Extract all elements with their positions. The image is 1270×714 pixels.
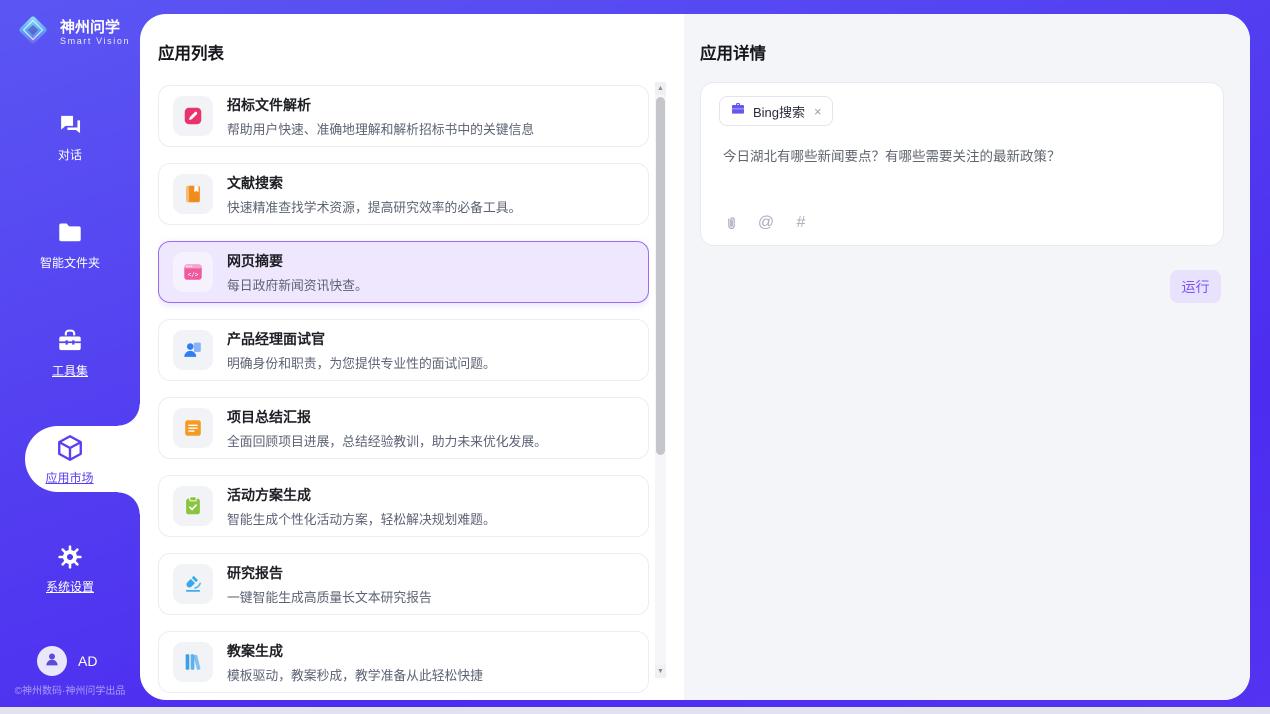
app-card[interactable]: 文献搜索快速精准查找学术资源，提高研究效率的必备工具。	[158, 163, 649, 225]
sidebar-item-label: 对话	[58, 146, 82, 163]
app-card-title: 网页摘要	[227, 251, 368, 271]
sidebar: 神州问学 Smart Vision 对话智能文件夹工具集应用市场系统设置 AD …	[0, 0, 140, 707]
app-detail-panel: 应用详情 Bing搜索 × 今日湖北有哪些新闻要点？有哪些需要关注的最新政策？ …	[684, 14, 1250, 700]
app-card[interactable]: 教案生成模板驱动，教案秒成，教学准备从此轻松快捷	[158, 631, 649, 693]
query-input[interactable]: 今日湖北有哪些新闻要点？有哪些需要关注的最新政策？	[723, 147, 1203, 167]
logo: 神州问学 Smart Vision	[14, 11, 130, 54]
pen-square-icon	[173, 96, 213, 136]
app-card[interactable]: 活动方案生成智能生成个性化活动方案，轻松解决规划难题。	[158, 475, 649, 537]
books-icon	[173, 642, 213, 682]
app-card-title: 项目总结汇报	[227, 407, 547, 427]
sidebar-item-chat[interactable]: 对话	[0, 104, 140, 168]
folder-icon	[56, 218, 84, 248]
interviewer-icon	[173, 330, 213, 370]
app-card-description: 帮助用户快速、准确地理解和解析招标书中的关键信息	[227, 119, 534, 138]
attachment-icon[interactable]	[721, 215, 741, 232]
toolbox-icon	[56, 326, 84, 356]
app-card-title: 研究报告	[227, 563, 432, 583]
sidebar-item-label: 应用市场	[45, 469, 93, 486]
app-card[interactable]: </> 网页摘要每日政府新闻资讯快查。	[158, 241, 649, 303]
app-card-description: 明确身份和职责，为您提供专业性的面试问题。	[227, 353, 496, 372]
app-detail-title: 应用详情	[700, 40, 766, 64]
app-card-title: 活动方案生成	[227, 485, 496, 505]
sidebar-item-toolset[interactable]: 工具集	[0, 320, 140, 384]
app-card[interactable]: 招标文件解析帮助用户快速、准确地理解和解析招标书中的关键信息	[158, 85, 649, 147]
app-card-title: 文献搜索	[227, 173, 521, 193]
close-icon[interactable]: ×	[814, 104, 822, 119]
app-card-title: 教案生成	[227, 641, 483, 661]
svg-text:</>: </>	[188, 271, 199, 278]
gear-icon	[56, 542, 84, 572]
app-window: 神州问学 Smart Vision 对话智能文件夹工具集应用市场系统设置 AD …	[0, 0, 1270, 714]
avatar	[37, 646, 67, 676]
app-card-description: 模板驱动，教案秒成，教学准备从此轻松快捷	[227, 665, 483, 684]
sidebar-item-label: 智能文件夹	[40, 254, 100, 271]
app-card-title: 产品经理面试官	[227, 329, 496, 349]
sidebar-item-market[interactable]: 应用市场	[25, 426, 140, 492]
logo-subtitle: Smart Vision	[60, 36, 130, 46]
cube-icon	[55, 433, 85, 463]
logo-diamond-icon	[14, 11, 52, 54]
app-card-description: 全面回顾项目进展，总结经验教训，助力未来优化发展。	[227, 431, 547, 450]
app-list-scrollbar[interactable]: ▲ ▼	[655, 82, 666, 678]
mention-icon[interactable]: @	[756, 214, 776, 232]
book-icon	[173, 174, 213, 214]
app-list-title: 应用列表	[158, 40, 224, 64]
sidebar-footer: ©神州数码·神州问学出品	[0, 682, 140, 697]
app-card-description: 一键智能生成高质量长文本研究报告	[227, 587, 432, 606]
browser-code-icon: </>	[173, 252, 213, 292]
microscope-icon	[173, 564, 213, 604]
note-icon	[173, 408, 213, 448]
tool-chip-label: Bing搜索	[753, 102, 805, 121]
app-list: 招标文件解析帮助用户快速、准确地理解和解析招标书中的关键信息文献搜索快速精准查找…	[158, 82, 649, 700]
chat-icon	[56, 110, 84, 140]
app-card-description: 智能生成个性化活动方案，轻松解决规划难题。	[227, 509, 496, 528]
prompt-card: Bing搜索 × 今日湖北有哪些新闻要点？有哪些需要关注的最新政策？ @#	[700, 82, 1224, 246]
user-name: AD	[78, 653, 97, 669]
main-panel: 应用列表 招标文件解析帮助用户快速、准确地理解和解析招标书中的关键信息文献搜索快…	[140, 14, 1250, 700]
scrollbar-thumb[interactable]	[656, 97, 665, 455]
prompt-toolbar: @#	[721, 214, 811, 232]
tool-chip-bing-search[interactable]: Bing搜索 ×	[719, 96, 833, 126]
sidebar-item-settings[interactable]: 系统设置	[0, 536, 140, 600]
briefcase-icon	[730, 101, 746, 122]
run-button[interactable]: 运行	[1170, 270, 1221, 303]
clipboard-check-icon	[173, 486, 213, 526]
app-card-title: 招标文件解析	[227, 95, 534, 115]
app-card[interactable]: 产品经理面试官明确身份和职责，为您提供专业性的面试问题。	[158, 319, 649, 381]
user-row[interactable]: AD	[37, 646, 97, 676]
app-card[interactable]: 项目总结汇报全面回顾项目进展，总结经验教训，助力未来优化发展。	[158, 397, 649, 459]
person-icon	[43, 650, 61, 673]
app-card-description: 每日政府新闻资讯快查。	[227, 275, 368, 294]
scroll-down-icon[interactable]: ▼	[655, 665, 666, 678]
sidebar-item-folders[interactable]: 智能文件夹	[0, 212, 140, 276]
hash-icon[interactable]: #	[791, 214, 811, 232]
sidebar-item-label: 工具集	[52, 362, 88, 379]
app-card[interactable]: 研究报告一键智能生成高质量长文本研究报告	[158, 553, 649, 615]
sidebar-item-label: 系统设置	[46, 578, 94, 595]
bottom-strip	[0, 707, 1270, 714]
app-card-description: 快速精准查找学术资源，提高研究效率的必备工具。	[227, 197, 521, 216]
logo-title: 神州问学	[60, 19, 130, 36]
scroll-up-icon[interactable]: ▲	[655, 82, 666, 95]
